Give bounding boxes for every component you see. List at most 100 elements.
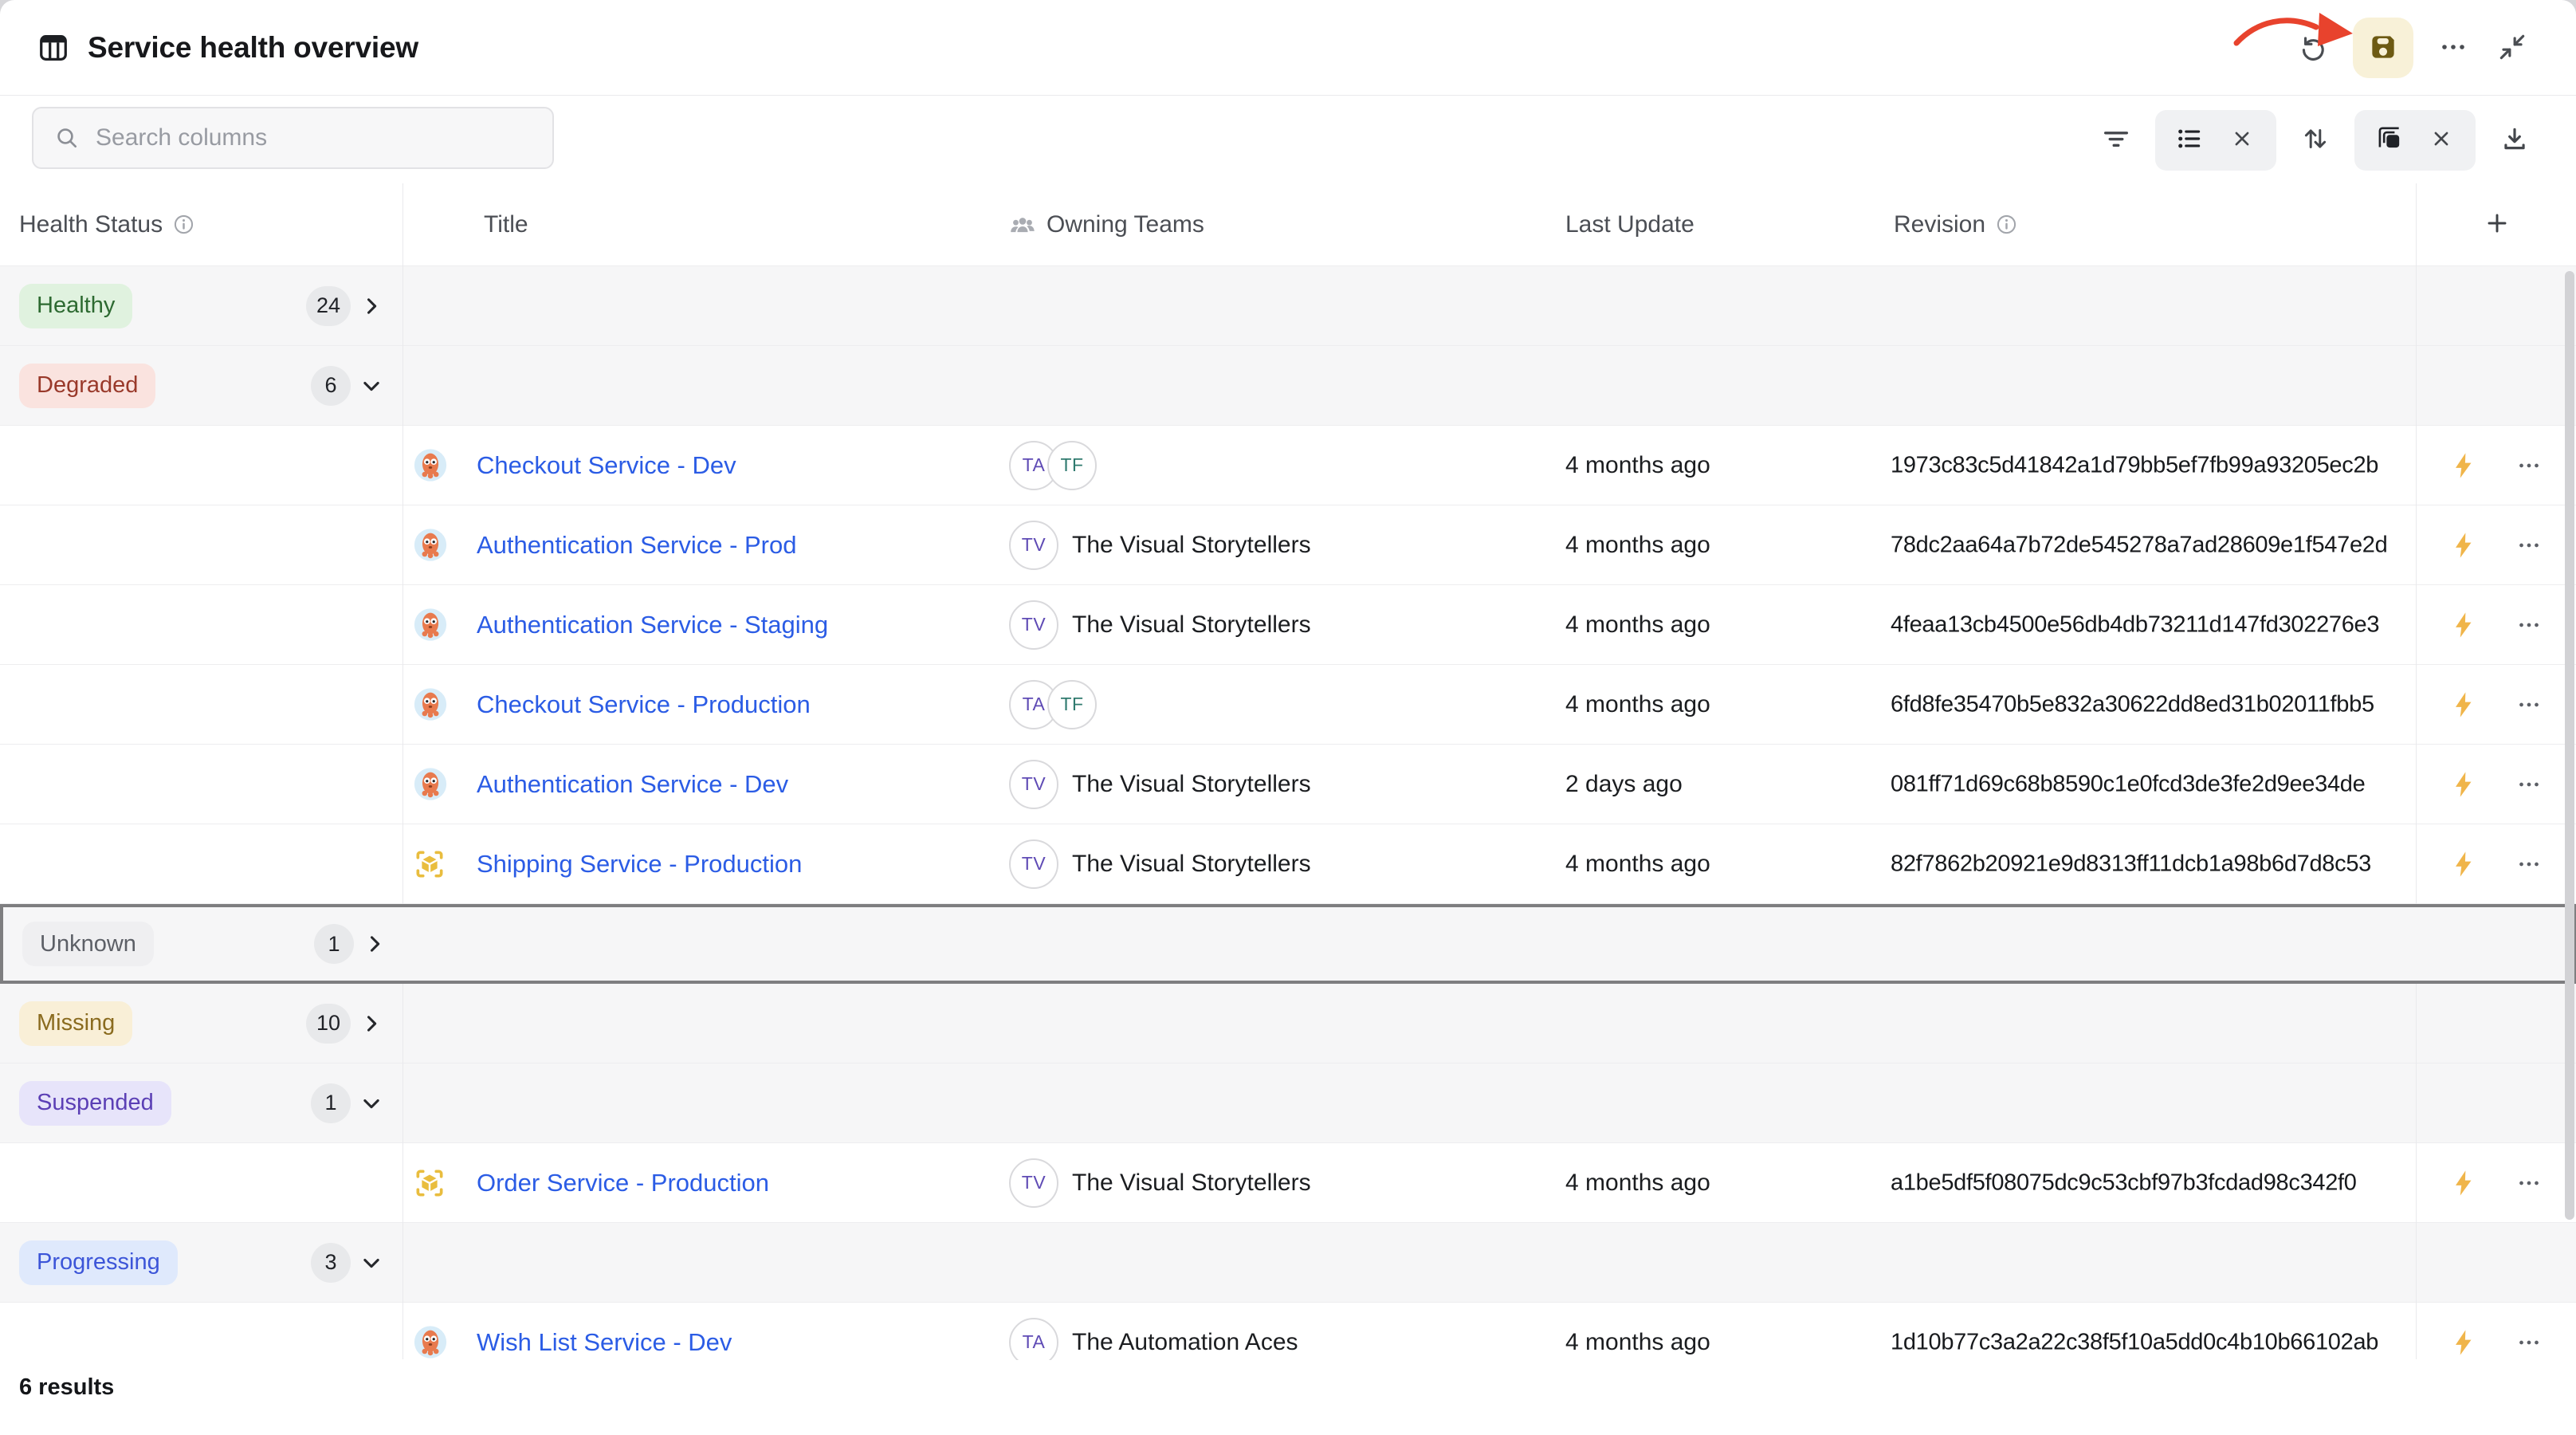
chevron-right-icon[interactable] <box>360 295 383 317</box>
row-menu-button[interactable] <box>2511 1166 2547 1201</box>
entity-title-link[interactable]: Checkout Service - Production <box>477 690 811 719</box>
clear-stacked-button[interactable] <box>2421 120 2461 160</box>
owning-teams-cell: TVThe Visual Storytellers <box>1009 585 1311 664</box>
run-action-button[interactable] <box>2446 448 2481 483</box>
row-menu-button[interactable] <box>2511 607 2547 643</box>
group-by-pill <box>2155 110 2276 171</box>
column-header-last-update[interactable]: Last Update <box>1565 183 1694 265</box>
entity-row[interactable]: Order Service - Production TV The Visual S… <box>0 1143 2576 1223</box>
owning-teams-cell: TATF <box>1009 665 1097 744</box>
group-row-suspended[interactable]: Suspended1 <box>0 1063 2576 1143</box>
run-action-button[interactable] <box>2446 1325 2481 1360</box>
row-menu-button[interactable] <box>2511 1325 2547 1360</box>
close-icon <box>2228 125 2256 155</box>
team-avatar[interactable]: TV <box>1009 600 1058 650</box>
team-avatar[interactable]: TF <box>1047 680 1097 729</box>
filter-button[interactable] <box>2096 120 2136 160</box>
last-update-value: 4 months ago <box>1565 611 1710 639</box>
collapse-button[interactable] <box>2493 29 2531 67</box>
group-count: 3 <box>311 1243 351 1283</box>
team-avatar[interactable]: TV <box>1009 760 1058 809</box>
run-action-button[interactable] <box>2446 607 2481 643</box>
stacked-columns-button[interactable] <box>2369 120 2409 160</box>
chevron-right-icon[interactable] <box>360 1012 383 1035</box>
chevron-down-icon[interactable] <box>360 375 383 397</box>
sort-button[interactable] <box>2295 120 2335 160</box>
save-icon <box>2366 30 2400 66</box>
team-avatar[interactable]: TV <box>1009 839 1058 889</box>
entity-row[interactable]: Checkout Service - DevTATF4 months ago19… <box>0 426 2576 505</box>
chevron-down-icon[interactable] <box>360 1092 383 1115</box>
clear-group-by-button[interactable] <box>2222 120 2262 160</box>
group-row-unknown[interactable]: Unknown1 <box>0 904 2576 984</box>
column-header-health-status[interactable]: Health Status <box>19 183 194 265</box>
row-actions <box>2416 585 2566 664</box>
info-icon[interactable] <box>1996 214 2017 235</box>
chevron-right-icon[interactable] <box>363 933 386 955</box>
team-name: The Visual Storytellers <box>1072 1170 1311 1197</box>
owning-teams-cell: TV The Visual Storytellers <box>1009 505 1311 584</box>
entity-title-link[interactable]: Shipping Service - Production <box>477 850 802 879</box>
team-avatar[interactable]: TV <box>1009 1158 1058 1208</box>
group-row-missing[interactable]: Missing10 <box>0 984 2576 1063</box>
collapse-icon <box>2496 30 2529 66</box>
entity-title-link[interactable]: Authentication Service - Prod <box>477 531 797 560</box>
group-row-progressing[interactable]: Progressing3 <box>0 1223 2576 1303</box>
owning-teams-cell: TAThe Automation Aces <box>1009 1303 1298 1360</box>
vertical-scrollbar[interactable] <box>2565 271 2574 1220</box>
entity-title-link[interactable]: Wish List Service - Dev <box>477 1328 732 1357</box>
results-count: 6 results <box>19 1374 114 1401</box>
entity-title-link[interactable]: Order Service - Production <box>477 1169 769 1197</box>
info-icon[interactable] <box>173 214 194 235</box>
table-widget-card: Service health overview <box>0 0 2576 1435</box>
entity-row[interactable]: Authentication Service - Prod TV The Visua… <box>0 505 2576 585</box>
column-header-owning-teams[interactable]: Owning Teams <box>1009 183 1204 265</box>
search-input[interactable] <box>94 124 532 152</box>
plus-icon <box>2484 210 2510 238</box>
row-menu-button[interactable] <box>2511 448 2547 483</box>
title-bar: Service health overview <box>0 0 2576 96</box>
run-action-button[interactable] <box>2446 847 2481 882</box>
row-menu-button[interactable] <box>2511 687 2547 722</box>
entity-row[interactable]: Shipping Service - ProductionTVThe Visua… <box>0 824 2576 904</box>
more-options-button[interactable] <box>2434 29 2472 67</box>
download-button[interactable] <box>2495 120 2535 160</box>
entity-row[interactable]: Wish List Service - Dev TAThe Automation … <box>0 1303 2576 1360</box>
search-box <box>32 107 554 169</box>
team-avatar[interactable]: TV <box>1009 521 1058 570</box>
column-header-title[interactable]: Title <box>484 183 528 265</box>
toolbar <box>0 96 2576 183</box>
row-actions <box>2416 426 2566 505</box>
entity-row[interactable]: Authentication Service - DevTVThe Visual… <box>0 745 2576 824</box>
group-count-zone: 1 <box>295 1063 383 1142</box>
group-row-degraded[interactable]: Degraded6 <box>0 346 2576 426</box>
column-header-revision[interactable]: Revision <box>1894 183 2017 265</box>
entity-row[interactable]: Authentication Service - Staging TVThe Vi… <box>0 585 2576 665</box>
run-action-button[interactable] <box>2446 767 2481 802</box>
entity-row[interactable]: Checkout Service - ProductionTATF4 month… <box>0 665 2576 745</box>
page-title: Service health overview <box>88 31 418 65</box>
row-menu-button[interactable] <box>2511 528 2547 563</box>
team-name: The Visual Storytellers <box>1072 532 1311 559</box>
run-action-button[interactable] <box>2446 528 2481 563</box>
undo-button[interactable] <box>2294 29 2332 67</box>
group-by-button[interactable] <box>2170 120 2209 160</box>
add-column-button[interactable] <box>2476 183 2519 265</box>
run-action-button[interactable] <box>2446 1166 2481 1201</box>
revision-value: 1973c83c5d41842a1d79bb5ef7fb99a93205ec2b <box>1891 452 2378 478</box>
package-icon <box>412 1166 447 1201</box>
row-menu-button[interactable] <box>2511 767 2547 802</box>
page: Service health overview <box>0 0 2576 1435</box>
entity-title-link[interactable]: Checkout Service - Dev <box>477 451 736 480</box>
team-avatar[interactable]: TA <box>1009 1318 1058 1361</box>
row-menu-button[interactable] <box>2511 847 2547 882</box>
entity-title-link[interactable]: Authentication Service - Staging <box>477 611 828 639</box>
chevron-down-icon[interactable] <box>360 1252 383 1274</box>
group-count: 24 <box>306 286 351 326</box>
team-avatar[interactable]: TF <box>1047 441 1097 490</box>
group-row-healthy[interactable]: Healthy24 <box>0 266 2576 346</box>
revision-value: 081ff71d69c68b8590c1e0fcd3de3fe2d9ee34de <box>1891 771 2365 797</box>
run-action-button[interactable] <box>2446 687 2481 722</box>
entity-title-link[interactable]: Authentication Service - Dev <box>477 770 788 799</box>
save-button[interactable] <box>2353 18 2413 78</box>
